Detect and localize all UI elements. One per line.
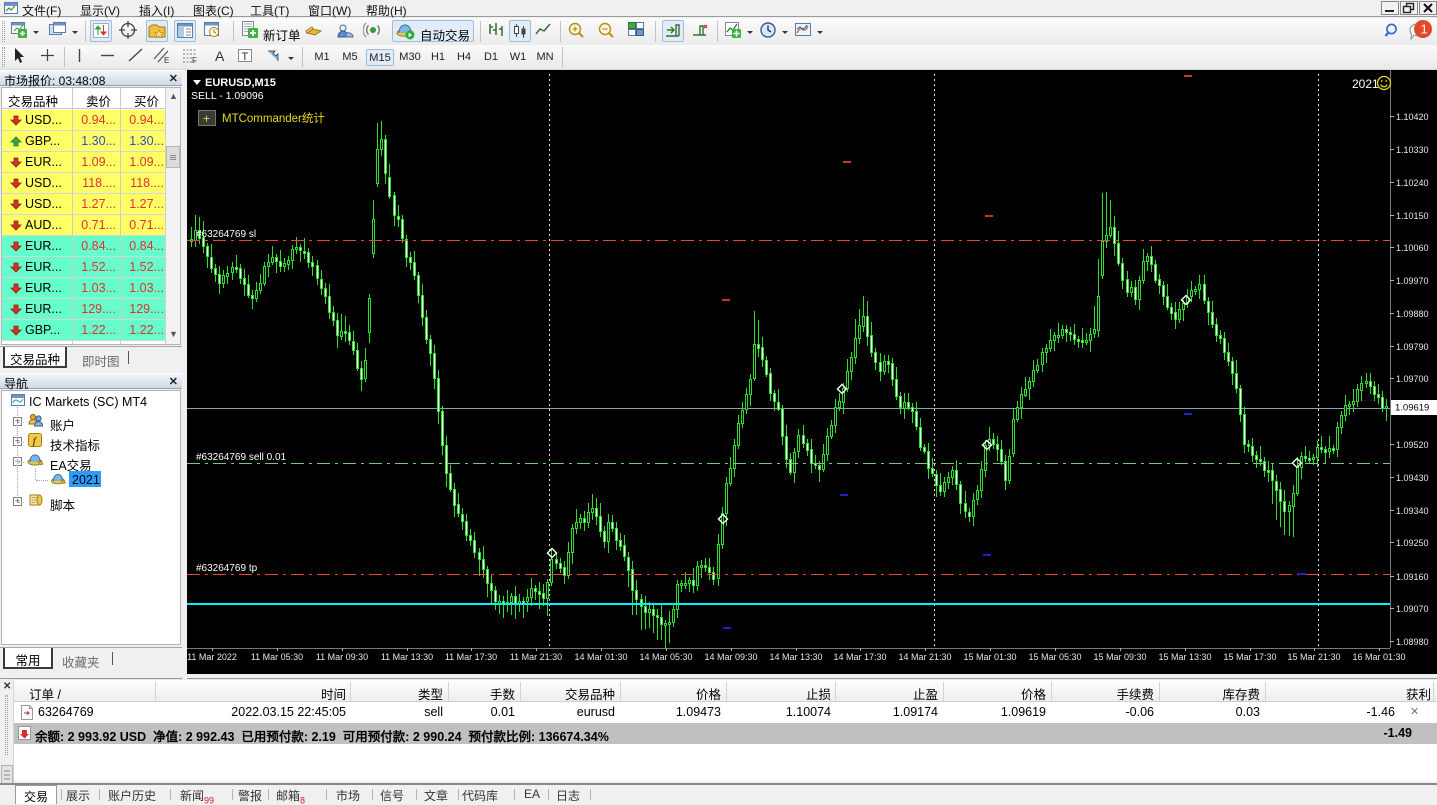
svg-text:11 Mar 2022: 11 Mar 2022 bbox=[187, 652, 237, 662]
svg-text:11 Mar 09:30: 11 Mar 09:30 bbox=[316, 652, 368, 662]
svg-text:15 Mar 01:30: 15 Mar 01:30 bbox=[963, 652, 1016, 662]
svg-text:14 Mar 21:30: 14 Mar 21:30 bbox=[898, 652, 951, 662]
svg-text:1.10330: 1.10330 bbox=[1396, 145, 1429, 155]
svg-text:MTCommander统计: MTCommander统计 bbox=[222, 112, 325, 125]
svg-text:11 Mar 05:30: 11 Mar 05:30 bbox=[251, 652, 303, 662]
svg-text:E: E bbox=[164, 56, 169, 65]
svg-text:1.09790: 1.09790 bbox=[1396, 342, 1429, 352]
svg-text:1.09880: 1.09880 bbox=[1396, 309, 1429, 319]
svg-text:14 Mar 17:30: 14 Mar 17:30 bbox=[833, 652, 886, 662]
svg-text:1.10150: 1.10150 bbox=[1396, 211, 1429, 221]
svg-text:1.09430: 1.09430 bbox=[1396, 473, 1429, 483]
svg-text:11 Mar 21:30: 11 Mar 21:30 bbox=[510, 652, 562, 662]
svg-text:16 Mar 01:30: 16 Mar 01:30 bbox=[1352, 652, 1405, 662]
svg-text:1: 1 bbox=[1421, 22, 1428, 37]
svg-text:1.09160: 1.09160 bbox=[1396, 572, 1429, 582]
svg-text:EURUSD,M15: EURUSD,M15 bbox=[205, 77, 276, 89]
svg-text:1.10060: 1.10060 bbox=[1396, 243, 1429, 253]
svg-text:1.09520: 1.09520 bbox=[1396, 440, 1429, 450]
svg-text:T: T bbox=[242, 51, 249, 63]
svg-text:F: F bbox=[192, 56, 197, 65]
svg-text:14 Mar 05:30: 14 Mar 05:30 bbox=[639, 652, 692, 662]
svg-text:1.09340: 1.09340 bbox=[1396, 506, 1429, 516]
svg-text:#63264769 sell 0.01: #63264769 sell 0.01 bbox=[196, 452, 287, 463]
svg-text:1.10240: 1.10240 bbox=[1396, 178, 1429, 188]
svg-text:1.10420: 1.10420 bbox=[1396, 112, 1429, 122]
svg-text:+: + bbox=[203, 112, 210, 126]
svg-text:11 Mar 13:30: 11 Mar 13:30 bbox=[381, 652, 433, 662]
svg-text:15 Mar 13:30: 15 Mar 13:30 bbox=[1158, 652, 1211, 662]
svg-text:#63264769 tp: #63264769 tp bbox=[196, 563, 258, 574]
svg-text:1.09970: 1.09970 bbox=[1396, 276, 1429, 286]
svg-text:1.09619: 1.09619 bbox=[1395, 403, 1429, 414]
svg-text:A: A bbox=[215, 48, 225, 64]
svg-text:14 Mar 09:30: 14 Mar 09:30 bbox=[704, 652, 757, 662]
svg-text:2021: 2021 bbox=[1352, 77, 1379, 91]
svg-text:15 Mar 09:30: 15 Mar 09:30 bbox=[1093, 652, 1146, 662]
svg-text:14 Mar 01:30: 14 Mar 01:30 bbox=[574, 652, 627, 662]
svg-text:15 Mar 17:30: 15 Mar 17:30 bbox=[1223, 652, 1276, 662]
svg-text:SELL - 1.09096: SELL - 1.09096 bbox=[191, 90, 264, 102]
svg-text:1.08980: 1.08980 bbox=[1396, 637, 1429, 647]
svg-text:14 Mar 13:30: 14 Mar 13:30 bbox=[769, 652, 822, 662]
svg-text:1.09700: 1.09700 bbox=[1396, 374, 1429, 384]
svg-text:1.09070: 1.09070 bbox=[1396, 604, 1429, 614]
svg-text:15 Mar 05:30: 15 Mar 05:30 bbox=[1028, 652, 1081, 662]
svg-text:1.09250: 1.09250 bbox=[1396, 538, 1429, 548]
svg-text:15 Mar 21:30: 15 Mar 21:30 bbox=[1287, 652, 1340, 662]
svg-text:#63264769 sl: #63264769 sl bbox=[196, 229, 256, 240]
svg-text:11 Mar 17:30: 11 Mar 17:30 bbox=[445, 652, 497, 662]
